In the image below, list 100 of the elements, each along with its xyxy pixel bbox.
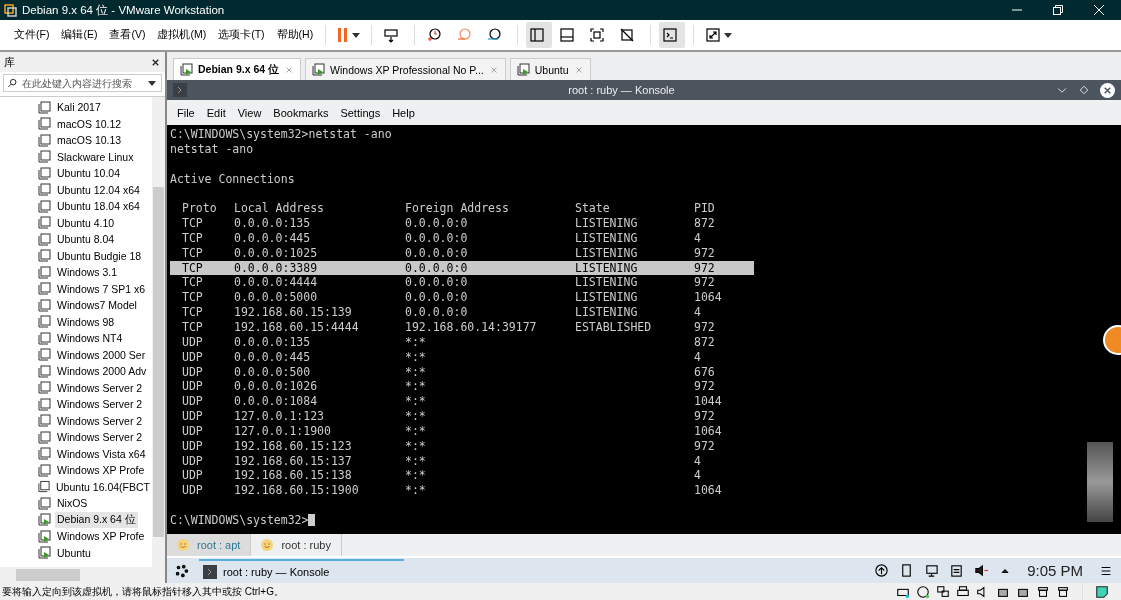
toolbar-button[interactable] bbox=[526, 22, 553, 48]
library-item[interactable]: Windows XP Profe bbox=[55, 463, 147, 478]
library-item[interactable]: Windows Server 2 bbox=[55, 397, 145, 412]
library-item[interactable]: Windows NT4 bbox=[55, 331, 125, 346]
library-item[interactable]: Windows Server 2 bbox=[55, 380, 145, 395]
library-item[interactable]: Debian 9.x 64 位 bbox=[55, 511, 138, 528]
table-cell-text: *:* bbox=[405, 483, 427, 499]
table-cell-text: UDP bbox=[182, 423, 204, 439]
library-item[interactable]: Kali 2017 bbox=[55, 100, 103, 115]
table-cell-text: 192.168.60.15:1900 bbox=[234, 483, 360, 499]
close-icon[interactable] bbox=[1100, 82, 1115, 98]
cursor bbox=[308, 513, 316, 526]
column-header: PID bbox=[694, 201, 716, 217]
clipboard-icon[interactable] bbox=[949, 563, 965, 578]
note-icon[interactable] bbox=[1095, 584, 1109, 599]
library-item[interactable]: Windows 2000 Adv bbox=[55, 364, 149, 379]
column-header: State bbox=[575, 201, 611, 217]
network-icon[interactable] bbox=[936, 584, 950, 599]
table-cell-text: TCP bbox=[182, 216, 204, 231]
cd-icon[interactable] bbox=[916, 584, 930, 599]
table-cell-text: 972 bbox=[694, 379, 716, 395]
library-item[interactable]: Windows 98 bbox=[55, 314, 117, 329]
update-icon[interactable] bbox=[874, 563, 890, 578]
vm-tab[interactable]: Windows XP Professional No P... bbox=[305, 58, 506, 80]
menu-item[interactable]: 编辑(E) bbox=[55, 28, 104, 42]
removable-device-icon[interactable] bbox=[1036, 584, 1050, 599]
table-cell-text: 192.168.60.15:137 bbox=[234, 453, 353, 469]
window-title: Debian 9.x 64 位 - VMware Workstation bbox=[22, 2, 226, 18]
table-cell-text: *:* bbox=[405, 468, 427, 484]
removable-device-icon[interactable] bbox=[1056, 584, 1070, 599]
library-item[interactable]: NixOS bbox=[55, 496, 90, 511]
library-item[interactable]: Windows 3.1 bbox=[55, 265, 120, 280]
table-cell-text: 0.0.0.0:445 bbox=[234, 349, 312, 365]
library-item[interactable]: Ubuntu 16.04(FBCT bbox=[54, 479, 152, 494]
scrollbar[interactable] bbox=[152, 97, 165, 567]
library-item[interactable]: Windows Server 2 bbox=[55, 430, 145, 445]
toolbar-button[interactable] bbox=[659, 22, 686, 48]
library-item[interactable]: Ubuntu 18.04 x64 bbox=[55, 199, 142, 214]
table-cell-text: 0.0.0.0:0 bbox=[405, 230, 469, 246]
running-vm-icon bbox=[312, 63, 326, 76]
table-cell-text: UDP bbox=[182, 334, 204, 350]
table-cell-text: 4 bbox=[694, 349, 702, 365]
table-cell-text: *:* bbox=[405, 379, 427, 395]
library-item[interactable]: Windows Server 2 bbox=[55, 413, 145, 428]
menu-item[interactable]: Bookmarks bbox=[267, 106, 335, 119]
library-item[interactable]: Windows 7 SP1 x6 bbox=[55, 281, 148, 296]
table-cell-text: UDP bbox=[182, 438, 204, 454]
konsole-title: root : ruby — Konsole bbox=[567, 84, 676, 96]
menu-item[interactable]: Settings bbox=[334, 106, 387, 119]
unity-off-icon bbox=[619, 27, 636, 43]
library-item[interactable]: Windows7 Model bbox=[55, 298, 139, 313]
session-tab[interactable]: root : apt bbox=[167, 534, 252, 556]
table-cell-text: LISTENING bbox=[575, 245, 639, 261]
table-cell-text: TCP bbox=[182, 230, 204, 246]
library-item[interactable]: macOS 10.12 bbox=[55, 116, 124, 131]
menu-item[interactable]: View bbox=[231, 106, 268, 119]
clock-manager-icon bbox=[486, 27, 503, 43]
library-item[interactable]: Ubuntu 8.04 bbox=[55, 232, 117, 247]
table-cell-text: 972 bbox=[694, 260, 716, 276]
printer-icon[interactable] bbox=[956, 584, 970, 599]
running-vm-icon bbox=[516, 63, 530, 76]
library-item[interactable]: macOS 10.13 bbox=[55, 133, 124, 148]
library-item[interactable]: Ubuntu Budgie 18 bbox=[55, 248, 144, 263]
restore-icon bbox=[1053, 5, 1063, 15]
table-cell-text: 1064 bbox=[694, 290, 723, 306]
table-cell-text: 872 bbox=[694, 216, 716, 231]
table-cell-text: UDP bbox=[182, 409, 204, 424]
terminal[interactable] bbox=[167, 125, 1121, 534]
library-item[interactable]: Ubuntu 4.10 bbox=[55, 215, 117, 230]
vm-tab[interactable]: Debian 9.x 64 位 bbox=[173, 58, 302, 80]
fullscreen-icon bbox=[589, 27, 606, 43]
caret-icon bbox=[352, 32, 361, 38]
menu-item[interactable]: Help bbox=[386, 106, 421, 119]
menu-item[interactable]: 选项卡(T) bbox=[212, 28, 271, 42]
display-icon[interactable] bbox=[924, 563, 940, 578]
launcher-icon[interactable] bbox=[175, 563, 189, 578]
table-cell-text: 4 bbox=[694, 453, 702, 469]
diamond-icon[interactable] bbox=[1078, 84, 1090, 96]
menu-item[interactable]: 文件(F) bbox=[8, 28, 56, 42]
menu-item[interactable]: 帮助(H) bbox=[270, 28, 320, 42]
library-item[interactable]: Ubuntu bbox=[55, 545, 93, 560]
menu-item[interactable]: File bbox=[171, 106, 201, 119]
table-cell-text: ESTABLISHED bbox=[575, 319, 653, 335]
menu-item[interactable]: Edit bbox=[200, 106, 232, 119]
table-cell-text: *:* bbox=[405, 409, 427, 424]
library-item[interactable]: Ubuntu 10.04 bbox=[55, 166, 123, 181]
menu-item[interactable]: 虚拟机(M) bbox=[151, 28, 213, 42]
menu-item[interactable]: 查看(V) bbox=[103, 28, 152, 42]
library-item[interactable]: Slackware Linux bbox=[55, 149, 136, 164]
search-field[interactable]: 在此处键入内容进行搜索 bbox=[3, 74, 162, 92]
horizontal-scrollbar[interactable] bbox=[0, 567, 165, 583]
speaker-muted-icon[interactable] bbox=[974, 563, 990, 578]
library-item[interactable]: Windows Vista x64 bbox=[55, 446, 148, 461]
table-cell-text: 127.0.0.1:123 bbox=[234, 409, 325, 424]
library-item[interactable]: Windows XP Profe bbox=[55, 529, 147, 544]
table-cell-text: LISTENING bbox=[575, 230, 639, 246]
vm-tab[interactable]: Ubuntu bbox=[509, 58, 591, 80]
table-cell-text: 0.0.0.0:0 bbox=[405, 245, 469, 261]
library-item[interactable]: Ubuntu 12.04 x64 bbox=[55, 182, 142, 197]
library-item[interactable]: Windows 2000 Ser bbox=[55, 347, 148, 362]
